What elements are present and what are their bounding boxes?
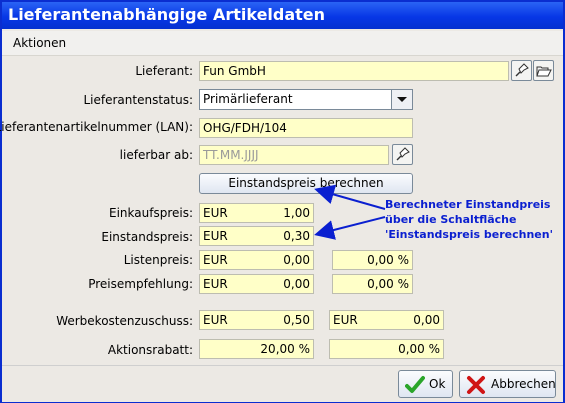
title-bar: Lieferantenabhängige Artikeldaten (2, 2, 563, 29)
menu-bar: Aktionen (2, 31, 563, 56)
x-icon (467, 376, 485, 394)
form-area: Lieferant: Fun GmbH Lieferantenstatus: P… (0, 56, 563, 365)
checkmark-icon (405, 376, 425, 393)
ok-label: Ok (429, 377, 446, 391)
menu-aktionen[interactable]: Aktionen (13, 36, 66, 50)
button-bar: Ok Abbrechen (2, 365, 563, 402)
arrow-to-button (314, 184, 386, 210)
dialog-window: Lieferantenabhängige Artikeldaten Aktion… (0, 0, 565, 403)
annotation-arrows (314, 184, 386, 240)
arrow-to-einstandspreis (314, 216, 386, 240)
cancel-button[interactable]: Abbrechen (459, 370, 556, 398)
window-title: Lieferantenabhängige Artikeldaten (8, 5, 326, 24)
cancel-label: Abbrechen (491, 377, 556, 391)
ok-button[interactable]: Ok (398, 370, 453, 398)
